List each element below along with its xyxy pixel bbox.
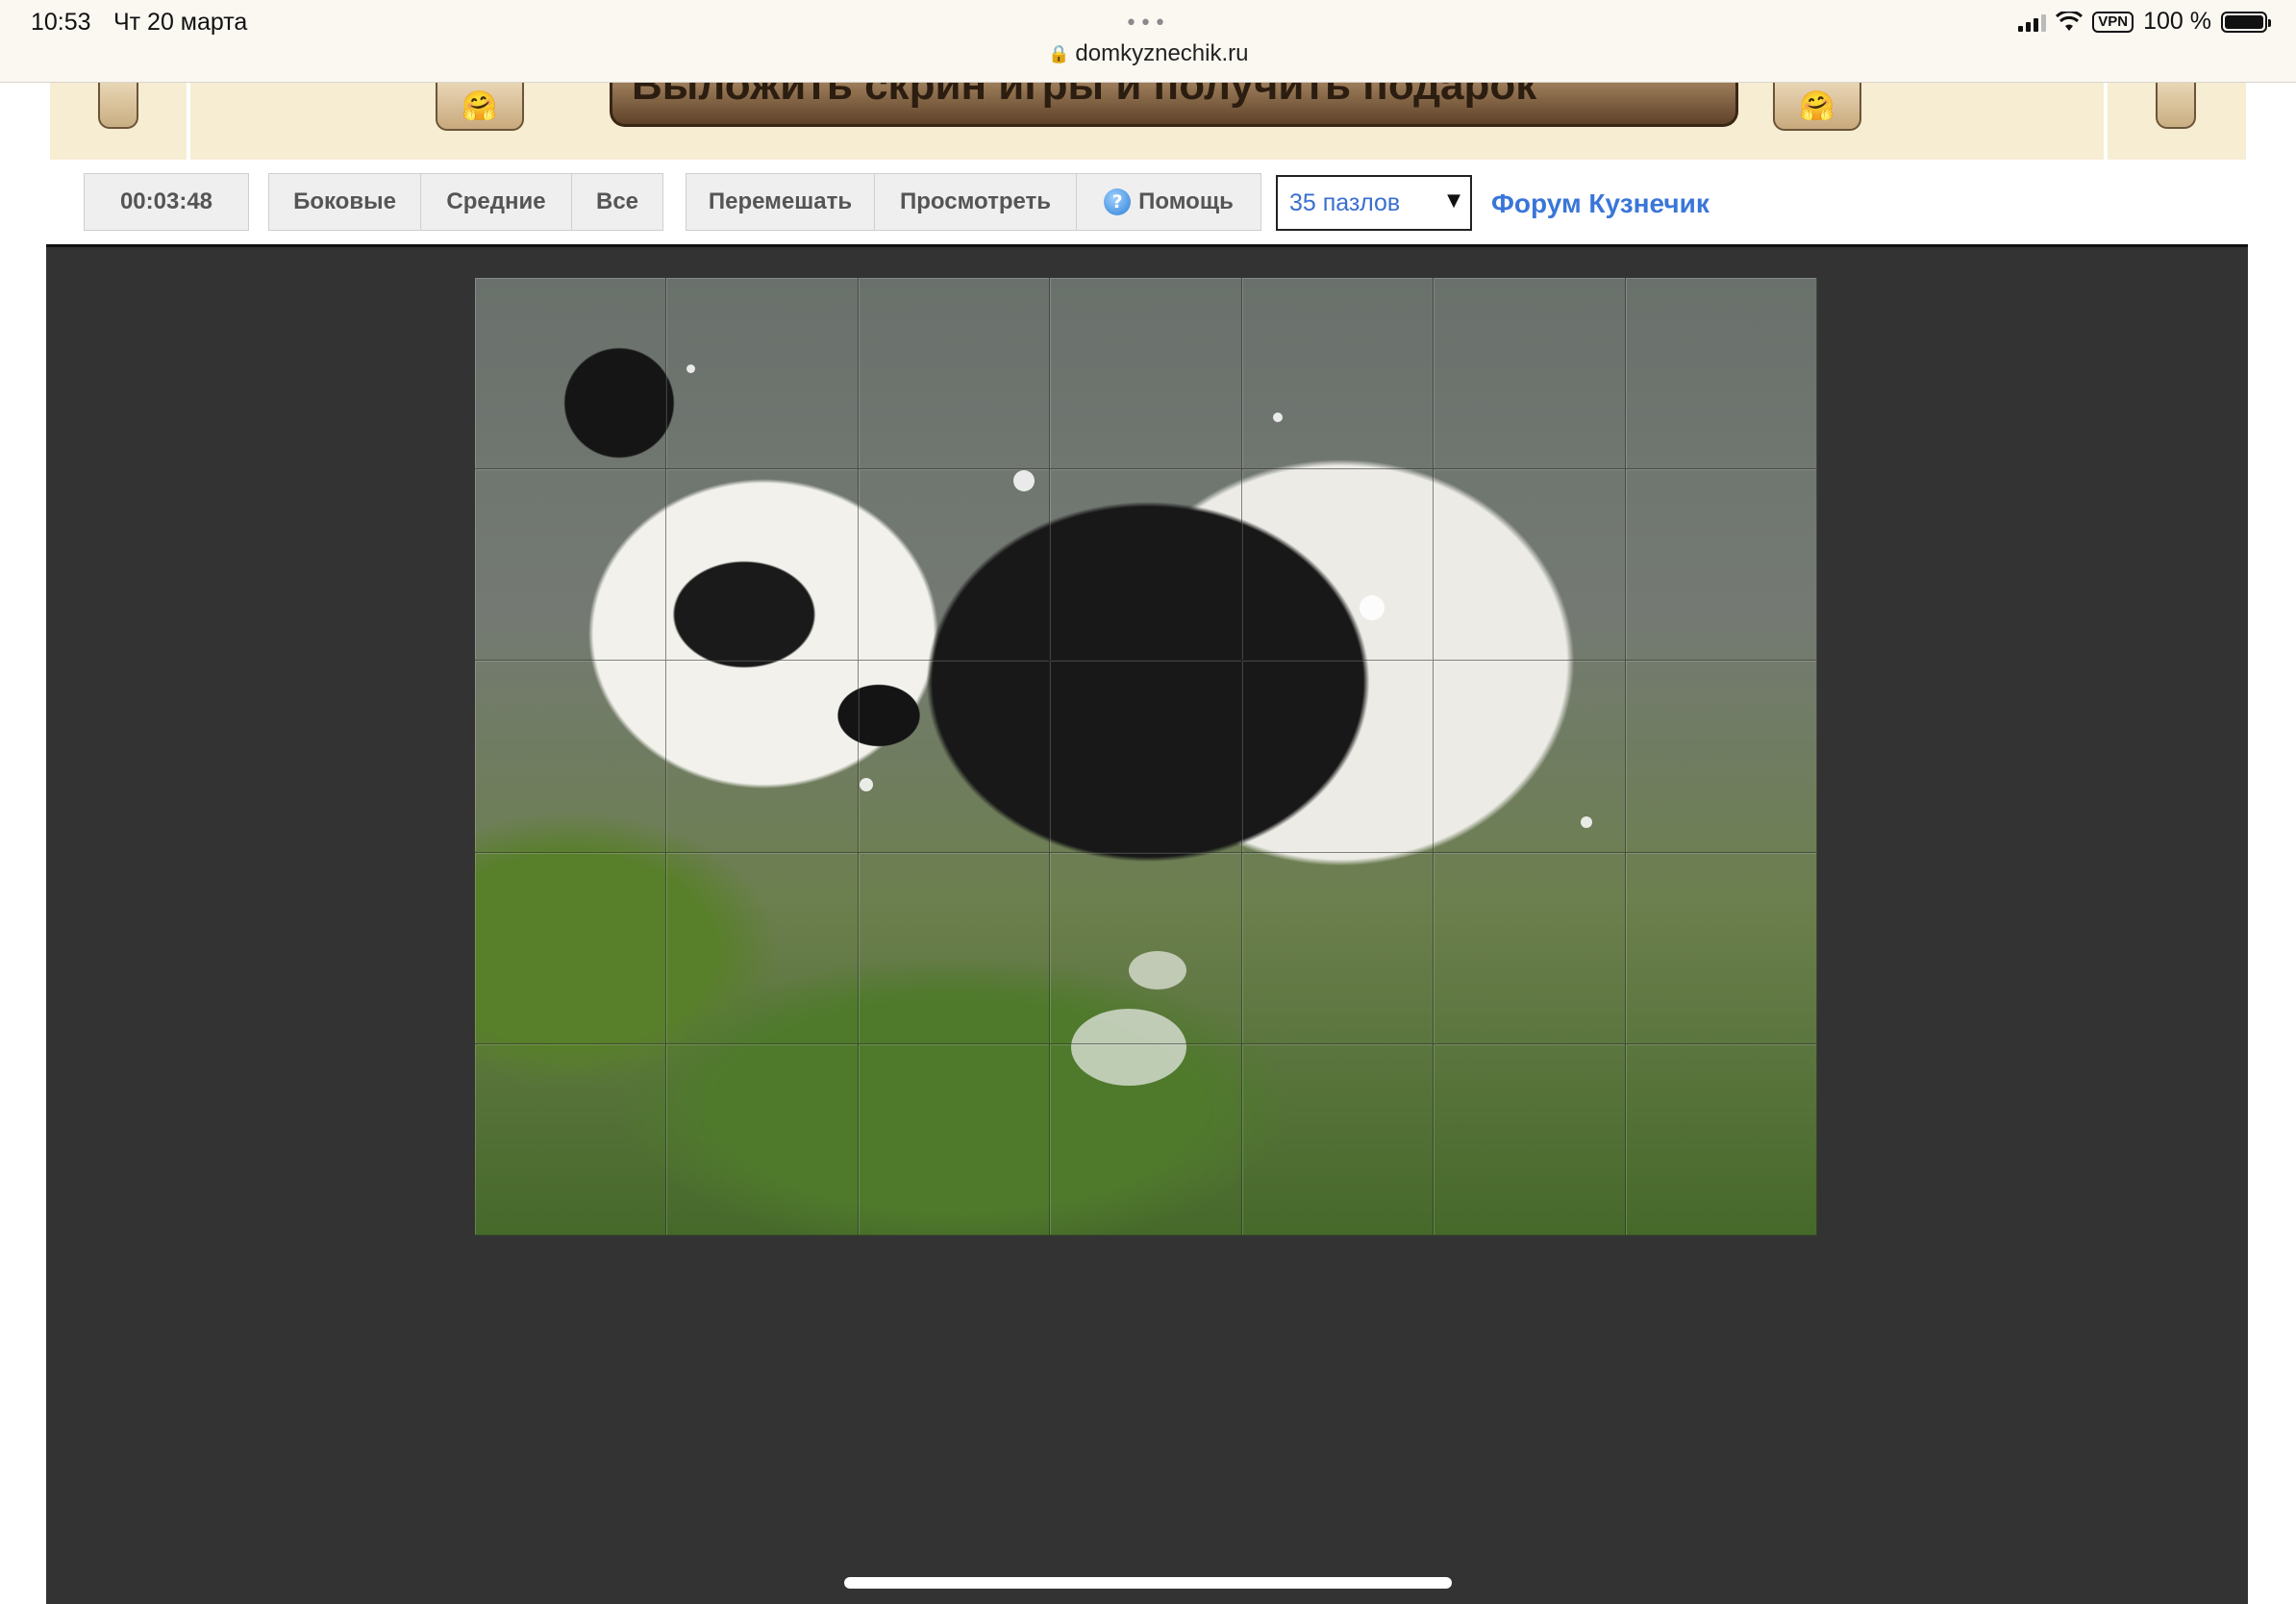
lock-icon: 🔒	[1048, 43, 1070, 64]
puzzle-piece[interactable]	[1241, 661, 1435, 853]
middle-filter-button[interactable]: Средние	[421, 174, 572, 230]
puzzle-piece[interactable]	[1241, 852, 1435, 1044]
help-label: Помощь	[1138, 188, 1234, 214]
help-icon: ?	[1104, 188, 1132, 215]
promo-banner[interactable]: 🤗 🤗 Выложить скрин игры и получить подар…	[50, 83, 2246, 160]
url-text: domkyznechik.ru	[1075, 40, 1249, 66]
edges-filter-button[interactable]: Боковые	[269, 174, 421, 230]
shuffle-button[interactable]: Перемешать	[686, 174, 875, 230]
puzzle-piece[interactable]	[666, 469, 859, 662]
puzzle-piece[interactable]	[475, 1043, 667, 1236]
puzzle-piece[interactable]	[1050, 1043, 1242, 1236]
puzzle-image-panda[interactable]	[475, 278, 1817, 1236]
puzzle-piece[interactable]	[475, 278, 667, 470]
date: Чт 20 марта	[113, 9, 248, 36]
battery-percent: 100 %	[2143, 8, 2211, 35]
banner-peg-right	[2156, 83, 2196, 129]
clock: 10:53	[31, 9, 91, 36]
puzzle-piece[interactable]	[1241, 278, 1435, 470]
banner-divider	[187, 83, 190, 160]
battery-icon	[2221, 11, 2271, 33]
puzzle-piece[interactable]	[1625, 852, 1817, 1044]
puzzle-piece[interactable]	[858, 1043, 1051, 1236]
puzzle-piece[interactable]	[1434, 661, 1626, 853]
puzzle-piece[interactable]	[1434, 1043, 1626, 1236]
puzzle-board[interactable]	[46, 244, 2248, 1604]
puzzle-piece[interactable]	[666, 661, 859, 853]
puzzle-piece[interactable]	[858, 278, 1051, 470]
puzzle-piece[interactable]	[1625, 1043, 1817, 1236]
help-button[interactable]: ? Помощь	[1077, 174, 1260, 230]
puzzle-toolbar: 00:03:48 Боковые Средние Все Перемешать …	[0, 160, 2296, 246]
status-icons: VPN 100 %	[2018, 8, 2271, 36]
banner-peg-left	[98, 83, 138, 129]
puzzle-piece[interactable]	[1050, 852, 1242, 1044]
hug-emoji-icon: 🤗	[436, 83, 524, 131]
preview-button[interactable]: Просмотреть	[875, 174, 1077, 230]
all-filter-button[interactable]: Все	[572, 174, 662, 230]
puzzle-piece[interactable]	[666, 1043, 859, 1236]
banner-headline-plate[interactable]: Выложить скрин игры и получить подарок	[610, 83, 1738, 127]
puzzle-piece[interactable]	[475, 469, 667, 662]
puzzle-piece[interactable]	[1625, 469, 1817, 662]
piece-count-value: 35 пазлов	[1289, 188, 1401, 216]
banner-headline: Выложить скрин игры и получить подарок	[632, 83, 1537, 109]
address-bar[interactable]: 🔒 domkyznechik.ru	[1048, 40, 1249, 67]
puzzle-piece[interactable]	[1434, 469, 1626, 662]
filter-button-group: Боковые Средние Все	[268, 173, 663, 231]
puzzle-piece[interactable]	[1434, 278, 1626, 470]
puzzle-piece[interactable]	[666, 278, 859, 470]
piece-count-select[interactable]: 35 пазлов ▼	[1276, 175, 1472, 231]
forum-link[interactable]: Форум Кузнечик	[1491, 188, 1710, 219]
puzzle-piece[interactable]	[858, 852, 1051, 1044]
action-button-group: Перемешать Просмотреть ? Помощь	[686, 173, 1261, 231]
puzzle-piece[interactable]	[475, 661, 667, 853]
puzzle-piece[interactable]	[1625, 661, 1817, 853]
puzzle-piece[interactable]	[475, 852, 667, 1044]
puzzle-piece[interactable]	[1050, 278, 1242, 470]
puzzle-piece[interactable]	[666, 852, 859, 1044]
multitasking-dots-icon[interactable]: •••	[1125, 12, 1168, 36]
dropdown-arrow-icon: ▼	[1447, 190, 1460, 211]
banner-divider	[2104, 83, 2108, 160]
hug-emoji-icon: 🤗	[1773, 83, 1861, 131]
puzzle-piece[interactable]	[1050, 661, 1242, 853]
status-bar: 10:53 Чт 20 марта ••• 🔒 domkyznechik.ru …	[0, 0, 2296, 83]
puzzle-piece[interactable]	[858, 661, 1051, 853]
cellular-signal-icon	[2018, 13, 2047, 32]
puzzle-piece[interactable]	[858, 469, 1051, 662]
wifi-icon	[2056, 11, 2084, 31]
puzzle-piece[interactable]	[1241, 469, 1435, 662]
puzzle-piece[interactable]	[1050, 469, 1242, 662]
puzzle-piece[interactable]	[1241, 1043, 1435, 1236]
home-indicator[interactable]	[844, 1577, 1452, 1589]
vpn-badge: VPN	[2092, 11, 2134, 33]
puzzle-piece[interactable]	[1434, 852, 1626, 1044]
puzzle-piece[interactable]	[1625, 278, 1817, 470]
timer-display: 00:03:48	[84, 173, 249, 231]
